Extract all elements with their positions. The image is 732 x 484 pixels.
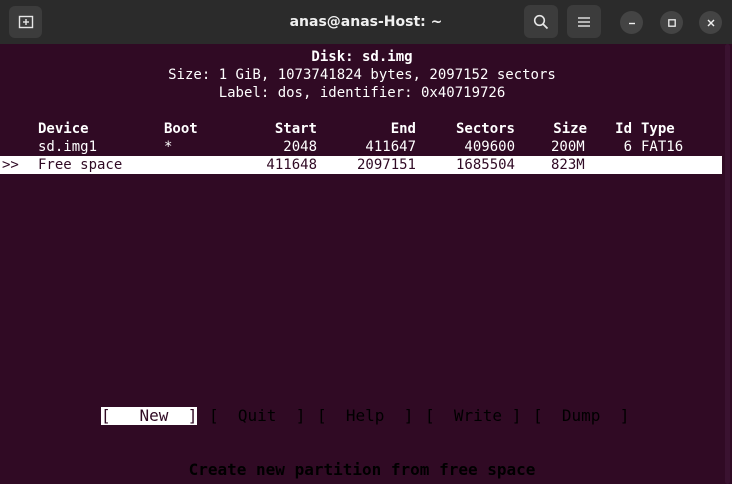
row-start: 2048 — [283, 139, 317, 155]
scrollbar[interactable] — [724, 44, 732, 484]
menu-button[interactable] — [567, 5, 601, 38]
row-end: 2097151 — [356, 157, 416, 173]
row-sectors: 1685504 — [455, 157, 515, 173]
scrollbar-thumb[interactable] — [725, 44, 730, 484]
close-button[interactable] — [699, 11, 722, 34]
table-row[interactable]: sd.img1 * 2048 411647 409600 200M 6 FAT1… — [0, 138, 724, 156]
header-type: Type — [641, 121, 675, 137]
hamburger-icon — [578, 16, 590, 27]
header-device: Device — [38, 121, 89, 137]
row-sectors: 409600 — [464, 139, 515, 155]
menu-new-button[interactable]: [ New ] — [101, 407, 198, 425]
table-header: Device Boot Start End Sectors Size Id Ty… — [0, 120, 724, 138]
status-message: Create new partition from free space — [188, 460, 536, 479]
minimize-icon — [628, 22, 635, 24]
row-device: Free space — [38, 157, 123, 173]
row-boot: * — [164, 139, 173, 155]
row-device: sd.img1 — [38, 139, 98, 155]
header-start: Start — [274, 121, 317, 137]
header-sectors: Sectors — [455, 121, 515, 137]
maximize-icon — [667, 18, 676, 27]
row-marker: >> — [2, 157, 19, 173]
row-size: 200M — [551, 139, 585, 155]
search-button[interactable] — [524, 5, 558, 38]
close-icon — [707, 19, 714, 26]
header-id: Id — [615, 121, 632, 137]
menu-help-button[interactable]: [ Help ] — [317, 407, 413, 425]
header-size: Size — [553, 121, 587, 137]
menu-dump-button[interactable]: [ Dump ] — [533, 407, 629, 425]
disk-label-line: Label: dos, identifier: 0x40719726 — [218, 85, 506, 101]
row-id: 6 — [623, 139, 632, 155]
new-tab-button[interactable] — [9, 6, 42, 38]
new-tab-icon — [18, 15, 33, 29]
table-row-selected[interactable]: >> Free space 411648 2097151 1685504 823… — [0, 156, 722, 174]
header-end: End — [390, 121, 416, 137]
disk-header: Disk: sd.img — [311, 49, 413, 65]
row-size: 823M — [551, 157, 585, 173]
menu-quit-button[interactable]: [ Quit ] — [209, 407, 305, 425]
disk-size-line: Size: 1 GiB, 1073741824 bytes, 2097152 s… — [168, 67, 556, 83]
search-icon — [533, 14, 549, 29]
minimize-button[interactable] — [620, 11, 643, 34]
header-boot: Boot — [164, 121, 198, 137]
maximize-button[interactable] — [660, 11, 683, 34]
title-bar: anas@anas-Host: ~ — [0, 0, 732, 44]
menu-write-button[interactable]: [ Write ] — [425, 407, 521, 425]
row-type: FAT16 — [641, 139, 684, 155]
row-start: 411648 — [266, 157, 317, 173]
row-end: 411647 — [365, 139, 416, 155]
terminal-window: anas@anas-Host: ~ Disk: sd.img Size: 1 G… — [0, 0, 732, 484]
